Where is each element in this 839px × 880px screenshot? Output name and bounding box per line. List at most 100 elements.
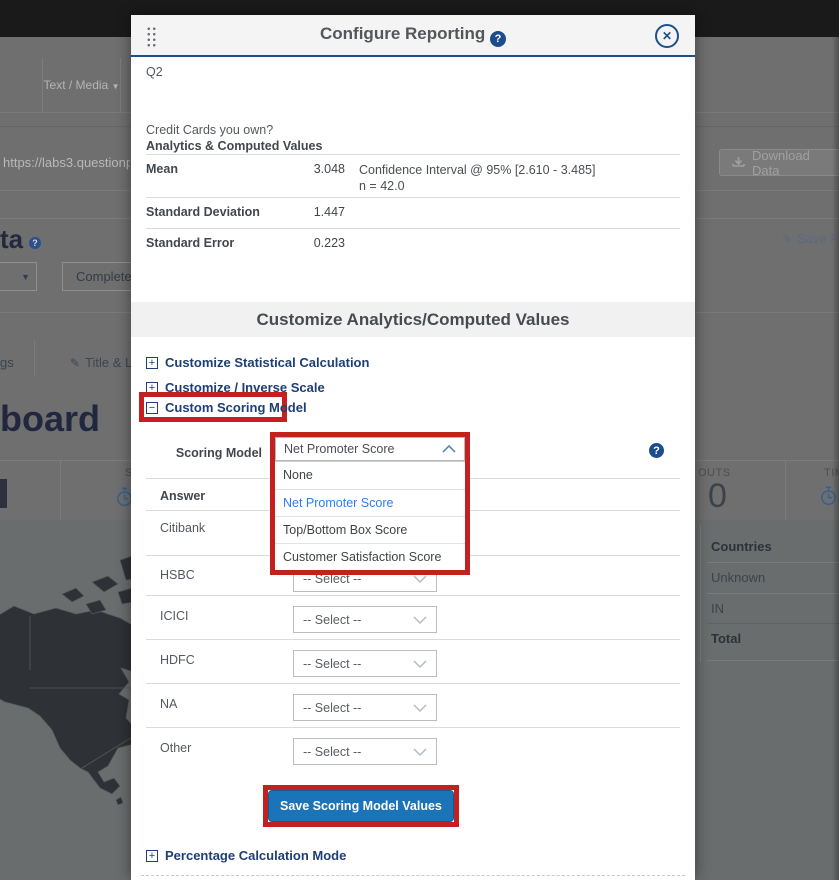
text-media-menu[interactable]: Text / Media ▼ <box>42 58 121 112</box>
divider <box>146 154 680 155</box>
scrollbar-edge[interactable] <box>832 37 839 880</box>
chevron-down-icon <box>413 704 427 712</box>
highlight-box-save-button: Save Scoring Model Values <box>263 785 459 827</box>
modal-header: Configure Reporting ? ✕ <box>131 15 695 57</box>
sample-size: n = 42.0 <box>359 178 595 194</box>
tab-separator <box>34 340 35 376</box>
tab-settings-fragment[interactable]: gs <box>0 355 14 370</box>
select-placeholder: -- Select -- <box>303 613 361 627</box>
scoring-model-label: Scoring Model <box>146 446 262 460</box>
select-placeholder: -- Select -- <box>303 745 361 759</box>
section-label: Customize Statistical Calculation <box>165 355 369 370</box>
answer-row-label: Other <box>160 741 191 755</box>
screen: Text / Media ▼ https://labs3.questionpr … <box>0 0 839 880</box>
help-icon[interactable]: ? <box>490 31 506 47</box>
option-top-bottom-box-score[interactable]: Top/Bottom Box Score <box>275 516 465 543</box>
plus-box-icon[interactable]: + <box>146 357 158 369</box>
answer-row-label: Citibank <box>160 521 205 535</box>
option-net-promoter-score[interactable]: Net Promoter Score <box>275 489 465 516</box>
modal-title-text: Configure Reporting <box>320 24 485 43</box>
download-data-label: Download Data <box>752 148 831 178</box>
text-media-label: Text / Media <box>44 78 109 92</box>
divider <box>146 727 680 728</box>
chevron-down-icon <box>413 616 427 624</box>
section-label: Custom Scoring Model <box>165 400 307 415</box>
analytics-heading: Analytics & Computed Values <box>146 139 322 153</box>
answer-select-na[interactable]: -- Select -- <box>293 694 437 721</box>
caret-down-icon: ▼ <box>21 272 30 282</box>
chevron-down-icon <box>413 748 427 756</box>
filter-select[interactable]: ▼ <box>0 262 37 291</box>
dashboard-heading-fragment: board <box>0 398 100 440</box>
divider <box>707 660 839 661</box>
option-none[interactable]: None <box>275 462 465 489</box>
chevron-down-icon <box>413 575 427 583</box>
countries-card: Countries Unknown IN Total <box>700 525 839 662</box>
divider <box>707 623 839 624</box>
answer-select-hdfc[interactable]: -- Select -- <box>293 650 437 677</box>
help-icon[interactable]: ? <box>29 237 41 249</box>
question-code: Q2 <box>146 65 163 79</box>
answer-select-other[interactable]: -- Select -- <box>293 738 437 765</box>
close-icon[interactable]: ✕ <box>655 24 679 48</box>
plus-box-icon[interactable]: + <box>146 850 158 862</box>
stat-label: Mean <box>146 162 178 176</box>
divider <box>146 683 680 684</box>
stat-value-fragment <box>0 479 7 508</box>
divider <box>707 593 839 594</box>
help-icon[interactable]: ? <box>649 443 664 458</box>
title-logo-tab[interactable]: ✎ Title & L <box>70 355 132 370</box>
table-row[interactable]: Unknown <box>711 570 765 585</box>
survey-url[interactable]: https://labs3.questionpr <box>3 155 130 170</box>
stat-note: Confidence Interval @ 95% [2.610 - 3.485… <box>359 162 595 194</box>
scoring-model-value: Net Promoter Score <box>284 442 394 456</box>
chevron-up-icon <box>442 445 456 453</box>
stat-label: Standard Error <box>146 236 234 250</box>
dashed-divider <box>141 875 685 876</box>
pencil-icon: ✎ <box>782 232 792 246</box>
countries-header: Countries <box>711 539 772 554</box>
answer-row-label: NA <box>160 697 177 711</box>
completed-filter-button[interactable]: Completed <box>62 262 136 291</box>
answer-row-label: ICICI <box>160 609 188 623</box>
modal-title: Configure Reporting ? <box>131 24 695 47</box>
minus-box-icon[interactable]: − <box>146 402 158 414</box>
option-customer-satisfaction-score[interactable]: Customer Satisfaction Score <box>275 543 465 570</box>
save-filter-link[interactable]: ✎ Save Filt <box>782 231 839 246</box>
stat-divider <box>785 460 786 520</box>
download-data-button[interactable]: Download Data <box>719 149 839 176</box>
highlight-box-scoring-dropdown: Net Promoter Score None Net Promoter Sco… <box>270 432 470 575</box>
pencil-icon: ✎ <box>70 356 80 370</box>
question-text: Credit Cards you own? <box>146 123 273 137</box>
data-heading-fragment: ta <box>0 224 23 255</box>
select-placeholder: -- Select -- <box>303 657 361 671</box>
save-scoring-model-button[interactable]: Save Scoring Model Values <box>268 790 454 822</box>
answer-row-label: HDFC <box>160 653 195 667</box>
answer-header: Answer <box>160 489 205 503</box>
title-logo-label: Title & L <box>85 355 132 370</box>
table-row[interactable]: IN <box>711 601 724 616</box>
stat-label: Standard Deviation <box>146 205 260 219</box>
divider <box>146 228 680 229</box>
total-row: Total <box>711 631 741 646</box>
section-custom-scoring-model[interactable]: − Custom Scoring Model <box>146 400 307 415</box>
chevron-down-icon <box>413 660 427 668</box>
section-percentage-calculation-mode[interactable]: + Percentage Calculation Mode <box>146 848 346 863</box>
caret-down-icon: ▼ <box>112 82 120 91</box>
divider <box>146 595 680 596</box>
stat-value: 0.223 <box>251 236 345 250</box>
answer-select-icici[interactable]: -- Select -- <box>293 606 437 633</box>
divider <box>707 562 839 563</box>
section-customize-statistical-calculation[interactable]: + Customize Statistical Calculation <box>146 355 369 370</box>
scoring-model-options: None Net Promoter Score Top/Bottom Box S… <box>275 461 465 570</box>
completed-filter-label: Completed <box>76 269 139 284</box>
customize-section-heading: Customize Analytics/Computed Values <box>131 302 695 337</box>
scoring-model-select[interactable]: Net Promoter Score <box>275 437 465 461</box>
download-icon <box>732 156 745 169</box>
answer-row-label: HSBC <box>160 568 195 582</box>
stat-value: 3.048 <box>251 162 345 176</box>
stat-value: 1.447 <box>251 205 345 219</box>
section-label: Percentage Calculation Mode <box>165 848 346 863</box>
divider <box>146 639 680 640</box>
select-placeholder: -- Select -- <box>303 701 361 715</box>
